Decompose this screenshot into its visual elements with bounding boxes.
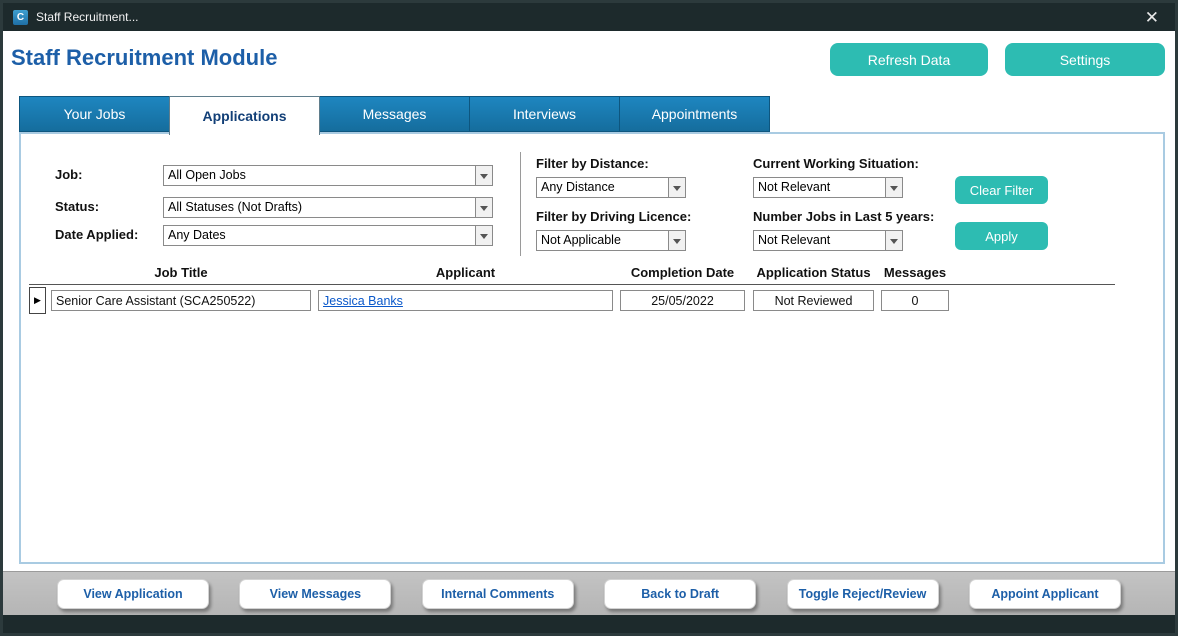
chevron-down-icon[interactable]: [668, 231, 685, 250]
toggle-reject-review-button[interactable]: Toggle Reject/Review: [787, 579, 939, 609]
driving-licence-filter-value: Not Applicable: [537, 231, 668, 250]
chevron-down-icon[interactable]: [885, 231, 902, 250]
view-messages-button[interactable]: View Messages: [239, 579, 391, 609]
application-status-cell[interactable]: Not Reviewed: [753, 290, 874, 311]
distance-filter-label: Filter by Distance:: [536, 156, 649, 171]
distance-filter-dropdown[interactable]: Any Distance: [536, 177, 686, 198]
chevron-down-icon[interactable]: [475, 166, 492, 185]
applications-panel: Job: All Open Jobs Status: All Statuses …: [19, 132, 1165, 564]
date-applied-filter-dropdown[interactable]: Any Dates: [163, 225, 493, 246]
driving-licence-filter-dropdown[interactable]: Not Applicable: [536, 230, 686, 251]
messages-cell[interactable]: 0: [881, 290, 949, 311]
job-filter-dropdown[interactable]: All Open Jobs: [163, 165, 493, 186]
column-header-applicant: Applicant: [318, 265, 613, 280]
tab-messages[interactable]: Messages: [319, 96, 470, 132]
job-title-cell[interactable]: Senior Care Assistant (SCA250522): [51, 290, 311, 311]
header: Staff Recruitment Module Refresh Data Se…: [3, 31, 1175, 91]
app-window: C Staff Recruitment... ✕ Staff Recruitme…: [0, 0, 1178, 636]
working-situation-filter-dropdown[interactable]: Not Relevant: [753, 177, 903, 198]
job-title-value: Senior Care Assistant (SCA250522): [52, 294, 255, 308]
applicant-link[interactable]: Jessica Banks: [319, 294, 403, 308]
chevron-down-icon[interactable]: [885, 178, 902, 197]
chevron-down-icon[interactable]: [668, 178, 685, 197]
job-filter-value: All Open Jobs: [164, 166, 475, 185]
window-title: Staff Recruitment...: [36, 10, 1139, 24]
close-icon[interactable]: ✕: [1139, 7, 1165, 28]
tab-applications[interactable]: Applications: [169, 96, 320, 135]
jobs-last-5-years-filter-value: Not Relevant: [754, 231, 885, 250]
view-application-button[interactable]: View Application: [57, 579, 209, 609]
title-bar: C Staff Recruitment... ✕: [3, 3, 1175, 31]
driving-licence-filter-label: Filter by Driving Licence:: [536, 209, 691, 224]
footer-bar: [3, 615, 1175, 633]
tab-strip: Your Jobs Applications Messages Intervie…: [19, 96, 770, 133]
tab-appointments[interactable]: Appointments: [619, 96, 770, 132]
column-header-job-title: Job Title: [51, 265, 311, 280]
jobs-last-5-years-filter-label: Number Jobs in Last 5 years:: [753, 209, 934, 224]
settings-button[interactable]: Settings: [1005, 43, 1165, 76]
date-applied-filter-label: Date Applied:: [55, 227, 138, 242]
filter-divider: [520, 152, 521, 256]
app-icon: C: [13, 10, 28, 25]
jobs-last-5-years-filter-dropdown[interactable]: Not Relevant: [753, 230, 903, 251]
working-situation-filter-label: Current Working Situation:: [753, 156, 919, 171]
chevron-down-icon[interactable]: [475, 198, 492, 217]
internal-comments-button[interactable]: Internal Comments: [422, 579, 574, 609]
appoint-applicant-button[interactable]: Appoint Applicant: [969, 579, 1121, 609]
working-situation-filter-value: Not Relevant: [754, 178, 885, 197]
completion-date-cell[interactable]: 25/05/2022: [620, 290, 745, 311]
header-rule: [29, 284, 1115, 285]
status-filter-label: Status:: [55, 199, 99, 214]
apply-button[interactable]: Apply: [955, 222, 1048, 250]
tab-your-jobs[interactable]: Your Jobs: [19, 96, 170, 132]
refresh-data-button[interactable]: Refresh Data: [830, 43, 988, 76]
back-to-draft-button[interactable]: Back to Draft: [604, 579, 756, 609]
applicant-cell[interactable]: Jessica Banks: [318, 290, 613, 311]
page-title: Staff Recruitment Module: [11, 45, 277, 71]
bottom-toolbar: View Application View Messages Internal …: [3, 571, 1175, 615]
column-header-application-status: Application Status: [753, 265, 874, 280]
date-applied-filter-value: Any Dates: [164, 226, 475, 245]
column-header-messages: Messages: [881, 265, 949, 280]
clear-filter-button[interactable]: Clear Filter: [955, 176, 1048, 204]
status-filter-value: All Statuses (Not Drafts): [164, 198, 475, 217]
distance-filter-value: Any Distance: [537, 178, 668, 197]
status-filter-dropdown[interactable]: All Statuses (Not Drafts): [163, 197, 493, 218]
chevron-down-icon[interactable]: [475, 226, 492, 245]
column-header-completion-date: Completion Date: [620, 265, 745, 280]
tab-interviews[interactable]: Interviews: [469, 96, 620, 132]
record-selector[interactable]: ▶: [29, 287, 46, 314]
job-filter-label: Job:: [55, 167, 82, 182]
